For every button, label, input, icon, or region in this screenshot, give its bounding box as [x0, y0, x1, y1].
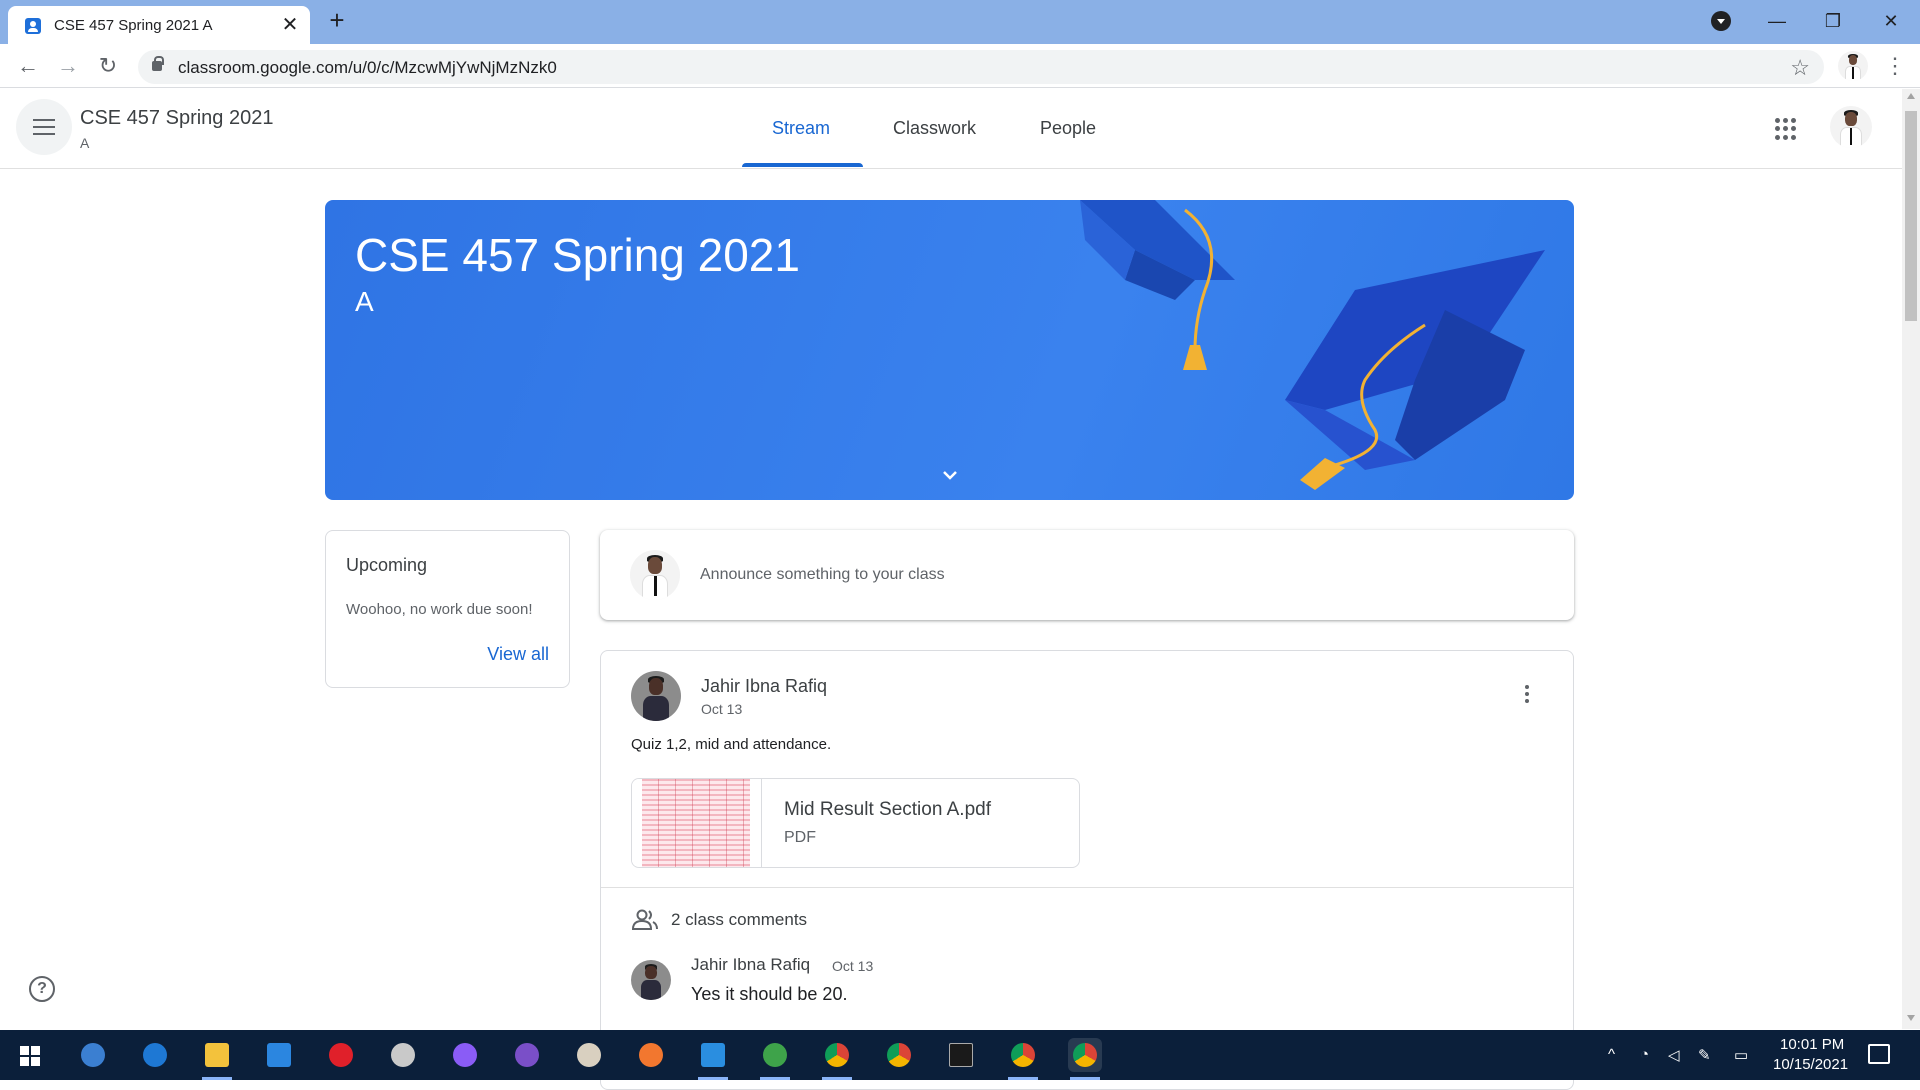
upcoming-card: Upcoming Woohoo, no work due soon! View … [325, 530, 570, 688]
tab-close-icon[interactable]: ✕ [280, 15, 300, 35]
clock-time[interactable]: 10:01 PM [1780, 1036, 1844, 1053]
back-button[interactable]: ← [14, 52, 42, 80]
pdf-thumbnail [632, 779, 762, 867]
clock-date[interactable]: 10/15/2021 [1773, 1056, 1848, 1073]
wifi-icon[interactable]: ◔ [1640, 1046, 1649, 1063]
chevron-down-icon[interactable] [940, 465, 960, 485]
new-tab-button[interactable]: + [324, 7, 350, 34]
file-explorer-icon[interactable] [200, 1038, 234, 1080]
chrome-icon[interactable] [882, 1038, 916, 1072]
announce-box[interactable]: Announce something to your class [600, 530, 1574, 620]
banner-title: CSE 457 Spring 2021 [355, 229, 800, 281]
earth-icon[interactable] [758, 1038, 792, 1080]
people-icon [631, 909, 658, 930]
stream-post: Jahir Ibna Rafiq Oct 13 Quiz 1,2, mid an… [600, 650, 1574, 1090]
browser-tab-strip: CSE 457 Spring 2021 A ✕ + — ❐ ✕ [0, 0, 1920, 44]
header-class-name[interactable]: CSE 457 Spring 2021 [80, 107, 273, 130]
paint-icon[interactable] [572, 1038, 606, 1072]
vscode-icon[interactable] [696, 1038, 730, 1080]
messenger-icon[interactable] [448, 1038, 482, 1072]
keyboard-icon[interactable]: ▭ [1734, 1046, 1748, 1064]
hamburger-icon [33, 119, 55, 121]
classroom-header: CSE 457 Spring 2021 A Stream Classwork P… [0, 89, 1902, 169]
bookmark-star-icon[interactable]: ☆ [1790, 55, 1810, 81]
class-banner: CSE 457 Spring 2021 A [325, 200, 1574, 500]
account-avatar[interactable] [1830, 106, 1872, 148]
forward-button[interactable]: → [54, 52, 82, 80]
chrome-profile-icon[interactable] [1068, 1038, 1102, 1080]
github-icon[interactable] [510, 1038, 544, 1072]
browser-toolbar: ← → ↻ classroom.google.com/u/0/c/MzcwMjY… [0, 44, 1920, 88]
address-bar[interactable]: classroom.google.com/u/0/c/MzcwMjYwNjMzN… [138, 50, 1824, 84]
windows-start-icon[interactable] [20, 1046, 40, 1066]
chrome-ek-icon[interactable] [1006, 1038, 1040, 1080]
comment-author: Jahir Ibna Rafiq [691, 955, 811, 974]
author-avatar [631, 671, 681, 721]
tab-people[interactable]: People [1040, 118, 1096, 139]
notification-center-icon[interactable] [1868, 1044, 1890, 1064]
upcoming-message: Woohoo, no work due soon! [346, 601, 533, 618]
tab-search-icon[interactable] [1711, 11, 1731, 31]
banner-section: A [355, 286, 374, 317]
scroll-up-arrow-icon[interactable] [1907, 93, 1915, 99]
close-window-button[interactable]: ✕ [1876, 6, 1906, 36]
post-body: Quiz 1,2, mid and attendance. [631, 736, 832, 753]
upcoming-title: Upcoming [346, 555, 428, 575]
help-icon[interactable]: ? [29, 976, 55, 1002]
chrome-profile-avatar[interactable] [1838, 51, 1868, 81]
classroom-favicon-icon [25, 18, 41, 34]
url-text[interactable]: classroom.google.com/u/0/c/MzcwMjYwNjMzN… [178, 58, 557, 78]
tab-classwork[interactable]: Classwork [893, 118, 976, 139]
graduation-caps-illustration [1080, 200, 1545, 490]
page-scrollbar[interactable] [1902, 89, 1920, 1029]
restore-button[interactable]: ❐ [1818, 6, 1848, 36]
scroll-down-arrow-icon[interactable] [1907, 1015, 1915, 1021]
class-comments-link[interactable]: 2 class comments [671, 910, 807, 930]
post-date[interactable]: Oct 13 [701, 701, 742, 717]
opera-icon[interactable] [324, 1038, 358, 1072]
post-author: Jahir Ibna Rafiq [701, 676, 828, 696]
browser-tab[interactable]: CSE 457 Spring 2021 A ✕ [8, 6, 310, 44]
view-all-link[interactable]: View all [487, 644, 549, 665]
chrome-menu-icon[interactable]: ⋮ [1884, 52, 1906, 80]
user-avatar [630, 550, 680, 600]
divider [601, 887, 1573, 888]
chrome-icon[interactable] [820, 1038, 854, 1080]
terminal-icon[interactable] [944, 1038, 978, 1072]
tab-stream[interactable]: Stream [772, 118, 830, 139]
scroll-thumb[interactable] [1905, 111, 1917, 321]
main-menu-button[interactable] [16, 99, 72, 155]
edge-icon[interactable] [138, 1038, 172, 1072]
reload-button[interactable]: ↻ [94, 52, 122, 80]
show-hidden-icons-icon[interactable]: ^ [1608, 1046, 1615, 1063]
post-options-icon[interactable] [1515, 683, 1539, 707]
windows-taskbar: ^ ◔ ◁ ✎ ▭ 10:01 PM 10/15/2021 [0, 1030, 1920, 1080]
attachment-type: PDF [784, 829, 816, 846]
tab-title: CSE 457 Spring 2021 A [54, 17, 213, 34]
active-tab-indicator [742, 163, 863, 167]
minimize-button[interactable]: — [1762, 6, 1792, 36]
pen-icon[interactable]: ✎ [1698, 1046, 1711, 1064]
header-class-section: A [80, 135, 90, 151]
attachment-card[interactable]: Mid Result Section A.pdf PDF [631, 778, 1080, 868]
satellite-icon[interactable] [386, 1038, 420, 1072]
qbittorrent-icon[interactable] [76, 1038, 110, 1072]
attachment-name: Mid Result Section A.pdf [784, 799, 991, 820]
volume-icon[interactable]: ◁ [1668, 1046, 1680, 1064]
firefox-icon[interactable] [634, 1038, 668, 1072]
announce-placeholder[interactable]: Announce something to your class [700, 566, 945, 584]
comment-date: Oct 13 [832, 958, 874, 974]
mail-icon[interactable] [262, 1038, 296, 1072]
google-apps-icon[interactable] [1775, 118, 1797, 140]
comment-text: Yes it should be 20. [691, 984, 848, 1004]
lock-icon[interactable] [152, 56, 164, 71]
comment-author-avatar [631, 960, 671, 1000]
